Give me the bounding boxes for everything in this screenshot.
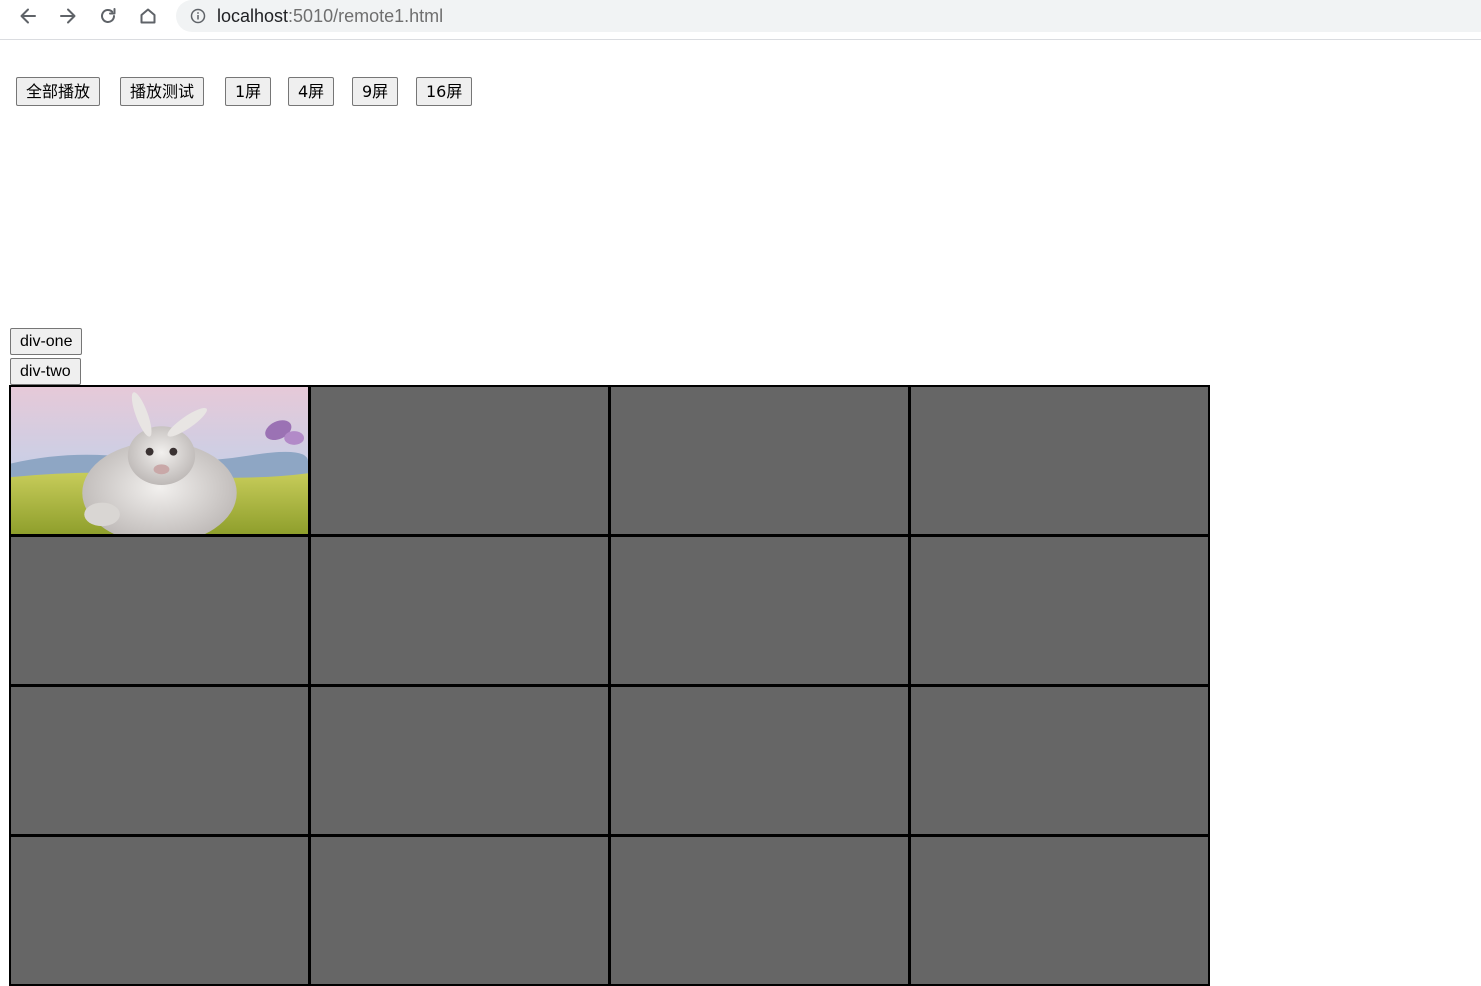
play-all-button[interactable]: 全部播放 [16, 77, 101, 106]
video-cell-12[interactable] [909, 685, 1210, 836]
reload-button[interactable] [94, 4, 122, 28]
video-cell-7[interactable] [609, 535, 910, 686]
home-button[interactable] [134, 4, 162, 28]
layout-16-button[interactable]: 16屏 [416, 77, 473, 106]
play-test-button[interactable]: 播放测试 [120, 77, 205, 106]
layout-1-button[interactable]: 1屏 [225, 77, 272, 106]
video-cell-11[interactable] [609, 685, 910, 836]
layout-4-button[interactable]: 4屏 [288, 77, 335, 106]
video-cell-6[interactable] [309, 535, 610, 686]
back-button[interactable] [14, 4, 42, 28]
video-cell-2[interactable] [309, 385, 610, 536]
div-two-button[interactable]: div-two [10, 358, 81, 385]
video-cell-8[interactable] [909, 535, 1210, 686]
back-arrow-icon [20, 8, 36, 24]
video-grid [9, 385, 1211, 986]
forward-button[interactable] [54, 4, 82, 28]
layout-9-button[interactable]: 9屏 [352, 77, 399, 106]
video-frame [11, 387, 308, 534]
video-cell-5[interactable] [9, 535, 310, 686]
forward-arrow-icon [60, 8, 76, 24]
video-cell-1[interactable] [9, 385, 310, 536]
home-icon [140, 8, 156, 24]
reload-icon [101, 8, 116, 23]
info-icon[interactable] [190, 8, 206, 24]
video-cell-16[interactable] [909, 835, 1210, 986]
video-cell-15[interactable] [609, 835, 910, 986]
video-cell-4[interactable] [909, 385, 1210, 536]
video-cell-9[interactable] [9, 685, 310, 836]
video-cell-10[interactable] [309, 685, 610, 836]
url-text: localhost:5010/remote1.html [217, 6, 443, 27]
video-cell-13[interactable] [9, 835, 310, 986]
url-host: localhost [217, 5, 289, 26]
div-one-button[interactable]: div-one [10, 328, 83, 355]
video-cell-3[interactable] [609, 385, 910, 536]
browser-toolbar: localhost:5010/remote1.html [0, 0, 1481, 40]
video-cell-14[interactable] [309, 835, 610, 986]
url-path: :5010/remote1.html [288, 5, 444, 26]
address-bar[interactable]: localhost:5010/remote1.html [176, 0, 1481, 32]
